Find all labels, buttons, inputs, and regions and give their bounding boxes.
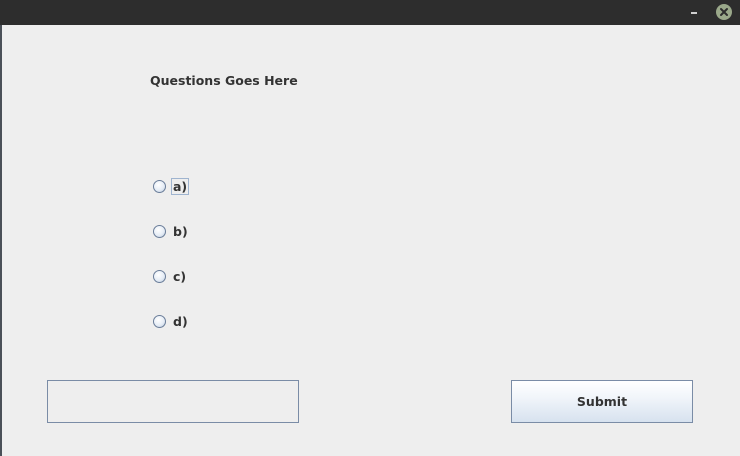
answer-field[interactable] — [47, 380, 299, 423]
minimize-button[interactable] — [686, 3, 702, 21]
radio-button-d[interactable] — [153, 314, 166, 328]
option-b-label[interactable]: b) — [171, 223, 190, 240]
option-c[interactable]: c) — [153, 267, 188, 285]
submit-button-label: Submit — [576, 394, 628, 409]
content-panel: Questions Goes Here a) b) c) d) Submit — [2, 25, 740, 456]
option-b[interactable]: b) — [153, 222, 190, 240]
close-icon — [720, 8, 728, 16]
option-d-label[interactable]: d) — [171, 313, 190, 330]
close-button[interactable] — [716, 4, 732, 20]
minimize-icon — [691, 12, 697, 14]
app-window: Questions Goes Here a) b) c) d) Submit — [0, 0, 740, 456]
option-a[interactable]: a) — [153, 177, 190, 195]
option-d[interactable]: d) — [153, 312, 190, 330]
radio-button-a[interactable] — [153, 179, 166, 193]
title-bar — [0, 0, 740, 25]
radio-button-b[interactable] — [153, 224, 166, 238]
question-text: Questions Goes Here — [150, 73, 298, 88]
option-a-label[interactable]: a) — [171, 177, 190, 195]
option-c-label[interactable]: c) — [171, 268, 188, 285]
submit-button[interactable]: Submit — [511, 380, 693, 423]
radio-button-c[interactable] — [153, 269, 166, 283]
